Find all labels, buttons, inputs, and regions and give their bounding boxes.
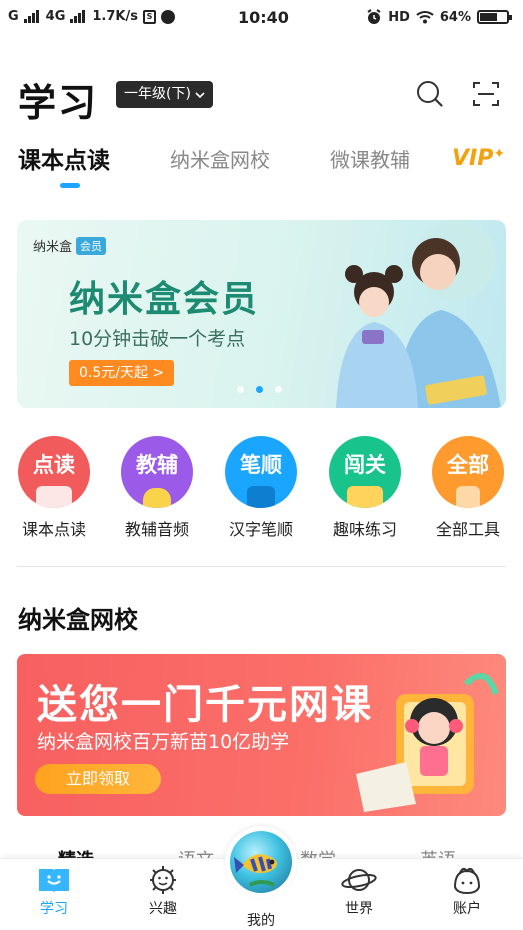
- tool-audio[interactable]: 教辅 教辅音频: [107, 436, 207, 540]
- nav-study[interactable]: 学习: [9, 865, 99, 918]
- tool-glyph: 点读: [33, 453, 75, 477]
- quick-tools: 点读 课本点读 教辅 教辅音频 笔顺 汉字笔顺 闯关 趣味练习 全部 全部工具: [0, 436, 523, 546]
- character-shape: [247, 486, 275, 508]
- carousel-dot[interactable]: [275, 386, 282, 393]
- girl-tablet-illustration: [356, 673, 499, 812]
- wifi-icon: [416, 11, 434, 24]
- status-right: HD 64%: [366, 9, 512, 25]
- search-icon[interactable]: [416, 80, 444, 108]
- clock: 10:40: [238, 8, 289, 27]
- grid-shape: [456, 486, 480, 508]
- headphones-icon: 教辅: [121, 436, 193, 508]
- nav-mine[interactable]: 我的: [216, 907, 306, 930]
- battery-level: [480, 13, 497, 21]
- carousel-dots: [237, 386, 282, 393]
- tool-label: 汉字笔顺: [228, 520, 293, 539]
- chevron-down-icon: [195, 91, 205, 98]
- fish-orb-icon: [230, 831, 292, 893]
- tab-micro-course[interactable]: 微课教辅: [330, 144, 410, 173]
- nav-label: 世界: [345, 901, 373, 917]
- battery-percent: 64%: [439, 9, 471, 25]
- signal-icon: [23, 10, 39, 23]
- sim-icon: S: [142, 9, 156, 24]
- tool-all[interactable]: 全部 全部工具: [418, 436, 518, 540]
- alarm-icon: [367, 9, 381, 24]
- center-orb-button[interactable]: [225, 826, 297, 898]
- nav-interest[interactable]: 兴趣: [118, 865, 208, 918]
- nav-world[interactable]: 世界: [314, 865, 404, 918]
- grade-selector[interactable]: 一年级(下): [116, 81, 213, 108]
- nav-account[interactable]: 账户: [422, 865, 512, 918]
- divider: [17, 566, 506, 567]
- tool-glyph: 全部: [447, 453, 489, 477]
- tool-label: 课本点读: [21, 520, 86, 539]
- app-notification-icon: [160, 9, 175, 24]
- nav-label: 学习: [40, 901, 68, 917]
- carousel-dot-active[interactable]: [256, 386, 263, 393]
- book-reading-icon: 点读: [18, 436, 90, 508]
- tool-stroke-order[interactable]: 笔顺 汉字笔顺: [211, 436, 311, 540]
- battery-icon: [477, 10, 512, 24]
- fish-shape: [234, 854, 277, 887]
- sparkle-icon: ✦: [493, 146, 506, 162]
- headphones-shape: [143, 488, 171, 508]
- network-speed: 1.7K/s: [92, 9, 138, 24]
- vip-badge[interactable]: VIP✦: [452, 146, 505, 171]
- planet-icon: [341, 869, 377, 891]
- brush-icon: 笔顺: [225, 436, 297, 508]
- carrier-2: 4G: [45, 9, 66, 24]
- tool-glyph: 笔顺: [240, 453, 282, 477]
- grid-icon: 全部: [432, 436, 504, 508]
- top-tabs: 课本点读 纳米盒网校 微课教辅: [0, 144, 523, 192]
- grade-label: 一年级(下): [124, 86, 191, 102]
- tab-online-school[interactable]: 纳米盒网校: [170, 144, 270, 173]
- open-book-shape: [36, 486, 72, 508]
- brand-tag: 会员: [76, 236, 107, 255]
- hd-label: HD: [388, 9, 410, 25]
- banner-title: 纳米盒会员: [69, 279, 260, 320]
- practice-icon: 闯关: [329, 436, 401, 508]
- account-face-icon: [453, 867, 481, 895]
- vip-label: VIP: [452, 146, 494, 171]
- cards-shape: [347, 486, 383, 508]
- page-title: 学习: [18, 81, 99, 125]
- tool-textbook-reading[interactable]: 点读 课本点读: [4, 436, 104, 540]
- course-banner-subtitle: 纳米盒网校百万新苗10亿助学: [37, 731, 290, 753]
- banner-brand: 纳米盒 会员: [33, 236, 107, 255]
- tab-textbook-reading[interactable]: 课本点读: [18, 141, 110, 175]
- tab-indicator: [60, 183, 80, 188]
- scan-icon[interactable]: [472, 80, 500, 108]
- banner-subtitle: 10分钟击破一个考点: [69, 328, 246, 350]
- tool-practice[interactable]: 闯关 趣味练习: [315, 436, 415, 540]
- tool-label: 教辅音频: [124, 520, 189, 539]
- brand-name: 纳米盒: [33, 240, 73, 255]
- signal-icon: [70, 10, 86, 23]
- tool-label: 趣味练习: [332, 520, 397, 539]
- nav-label: 兴趣: [149, 901, 177, 917]
- status-bar: G 4G 1.7K/s S 10:40 HD 64%: [0, 0, 523, 38]
- tool-glyph: 教辅: [136, 453, 178, 477]
- carrier-1: G: [8, 9, 19, 24]
- section-title: 纳米盒网校: [18, 606, 138, 634]
- nav-label: 账户: [453, 901, 481, 917]
- mother-child-photo: [336, 220, 501, 408]
- claim-button[interactable]: 立即领取: [35, 764, 161, 794]
- book-icon: [39, 869, 69, 893]
- course-banner[interactable]: 送您一门千元网课 纳米盒网校百万新苗10亿助学 立即领取: [17, 654, 506, 816]
- nav-label: 我的: [247, 913, 275, 929]
- tool-glyph: 闯关: [344, 453, 386, 477]
- course-banner-title: 送您一门千元网课: [37, 682, 373, 728]
- member-banner[interactable]: 纳米盒 会员 纳米盒会员 10分钟击破一个考点 0.5元/天起 >: [17, 220, 506, 408]
- status-left: G 4G 1.7K/s S: [8, 9, 175, 24]
- tool-label: 全部工具: [435, 520, 500, 539]
- carousel-dot[interactable]: [237, 386, 244, 393]
- sun-face-icon: [150, 866, 176, 894]
- price-button[interactable]: 0.5元/天起 >: [69, 360, 175, 386]
